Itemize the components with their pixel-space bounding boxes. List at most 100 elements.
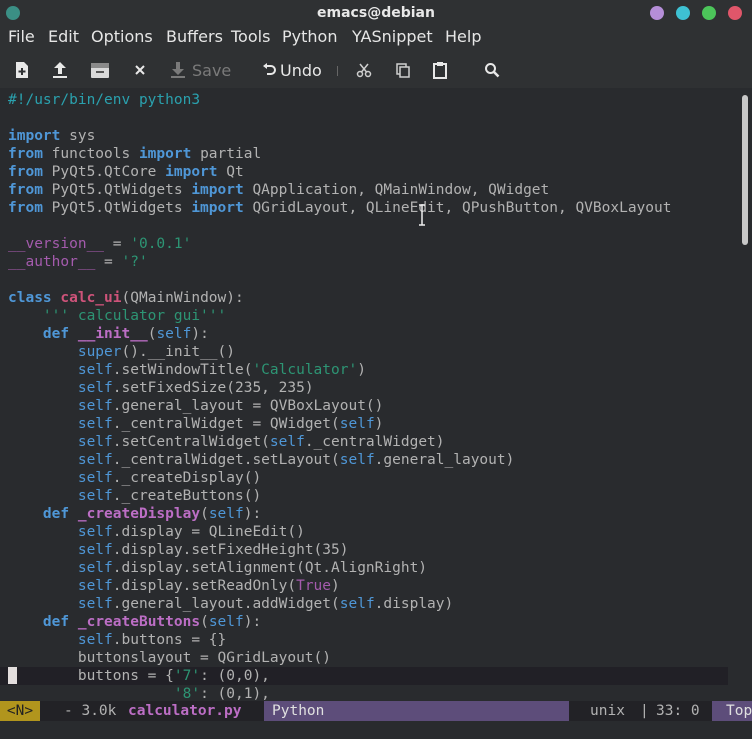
copy-button[interactable] <box>395 58 411 82</box>
code-token: .general_layout.addWidget( <box>112 596 340 612</box>
open-file-button[interactable] <box>52 58 68 82</box>
code-line: from PyQt5.QtCore import Qt <box>8 163 244 181</box>
code-token: self <box>77 524 113 540</box>
code-token: ._centralWidget.setLayout( <box>112 452 340 468</box>
code-token: ): <box>243 614 262 630</box>
menu-options[interactable]: Options <box>91 27 153 46</box>
code-token: def <box>42 614 70 630</box>
menu-help[interactable]: Help <box>445 27 481 46</box>
code-token: 'Calculator' <box>252 362 358 378</box>
new-file-button[interactable] <box>14 58 30 82</box>
modeline-separator: | <box>640 703 649 719</box>
code-line: buttonslayout = QGridLayout() <box>8 649 331 667</box>
code-token: PyQt5.QtCore <box>42 164 166 180</box>
code-token: buttonslayout = QGridLayout() <box>8 650 332 666</box>
code-token: .display = QLineEdit() <box>112 524 305 540</box>
code-token: super <box>77 344 122 360</box>
code-token: def <box>42 326 70 342</box>
upload-icon <box>53 62 67 78</box>
code-token: QGridLayout, QLineEdit, QPushButton, QVB… <box>243 200 672 216</box>
code-token: self <box>77 596 113 612</box>
code-token: from <box>8 164 43 180</box>
code-line: self.buttons = {} <box>8 631 226 649</box>
new-file-icon <box>16 62 28 78</box>
menu-python[interactable]: Python <box>282 27 337 46</box>
menu-edit[interactable]: Edit <box>48 27 79 46</box>
code-line: from PyQt5.QtWidgets import QApplication… <box>8 181 549 199</box>
code-token: self <box>339 452 375 468</box>
folder-icon <box>91 63 109 78</box>
code-token: self <box>77 632 113 648</box>
code-token: self <box>208 614 244 630</box>
mouse-ibeam-icon <box>419 204 425 226</box>
dired-button[interactable] <box>90 58 110 82</box>
maximize-button[interactable] <box>702 6 716 20</box>
code-token: self <box>77 560 113 576</box>
text-cursor <box>8 667 17 684</box>
undo-label: Undo <box>280 60 322 80</box>
menu-tools[interactable]: Tools <box>231 27 270 46</box>
code-token: ( <box>200 506 209 522</box>
minibuffer[interactable] <box>0 721 752 739</box>
minimize-button[interactable] <box>676 6 690 20</box>
code-token: self <box>77 398 113 414</box>
window-title: emacs@debian <box>317 5 435 21</box>
code-editor[interactable]: #!/usr/bin/env python3 import sys from fun… <box>0 89 740 700</box>
menu-bar: File Edit Options Buffers Tools Python Y… <box>0 26 752 52</box>
code-token: self <box>156 326 192 342</box>
code-token: .general_layout) <box>374 452 515 468</box>
code-token: = <box>95 254 122 270</box>
code-line: self.setFixedSize(235, 235) <box>8 379 314 397</box>
scrollbar-thumb[interactable] <box>742 95 748 245</box>
code-line: self.general_layout = QVBoxLayout() <box>8 397 384 415</box>
undo-button[interactable]: Undo <box>262 58 322 82</box>
code-token: PyQt5.QtWidgets <box>42 182 192 198</box>
code-line: __author__ = '?' <box>8 253 148 271</box>
code-token: ._centralWidget) <box>304 434 445 450</box>
code-token: self <box>339 596 375 612</box>
code-token: import <box>138 146 192 162</box>
code-token: ''' calculator gui''' <box>42 308 227 324</box>
code-line: '8': (0,1), <box>8 685 270 700</box>
cut-button[interactable] <box>356 58 372 82</box>
vertical-scrollbar[interactable] <box>740 89 752 700</box>
code-line: self._createButtons() <box>8 487 261 505</box>
code-token: .display) <box>374 596 454 612</box>
code-line: self.display.setFixedHeight(35) <box>8 541 349 559</box>
code-line: buttons = {'7': (0,0), <box>8 667 270 685</box>
kill-buffer-button[interactable] <box>134 58 146 82</box>
menu-file[interactable]: File <box>8 27 35 46</box>
code-line: self.display = QLineEdit() <box>8 523 305 541</box>
save-label: Save <box>192 60 232 80</box>
code-token: '8' <box>173 686 201 700</box>
close-button[interactable] <box>728 6 742 20</box>
code-token: = <box>104 236 131 252</box>
code-line: self._centralWidget = QWidget(self) <box>8 415 384 433</box>
menu-buffers[interactable]: Buffers <box>166 27 223 46</box>
paste-button[interactable] <box>432 58 448 82</box>
save-button[interactable]: Save <box>170 58 231 82</box>
code-token: import <box>8 128 61 144</box>
code-token: .buttons = {} <box>112 632 227 648</box>
code-token: .general_layout = QVBoxLayout() <box>112 398 384 414</box>
menu-yasnippet[interactable]: YASnippet <box>352 27 433 46</box>
cursor-position: 33: 0 <box>656 703 700 719</box>
toolbar-separator <box>337 66 338 76</box>
shade-button[interactable] <box>650 6 664 20</box>
major-mode[interactable]: Python <box>272 701 324 721</box>
code-token: .display.setAlignment(Qt.AlignRight) <box>112 560 428 576</box>
code-token: ) <box>331 578 340 594</box>
search-button[interactable] <box>484 58 500 82</box>
toolbar: Save Undo <box>0 52 752 88</box>
mode-line: <N> - 3.0k calculator.py Python unix | 3… <box>0 701 752 721</box>
clipboard-icon <box>433 62 447 79</box>
code-token: : (0,0), <box>200 668 270 684</box>
